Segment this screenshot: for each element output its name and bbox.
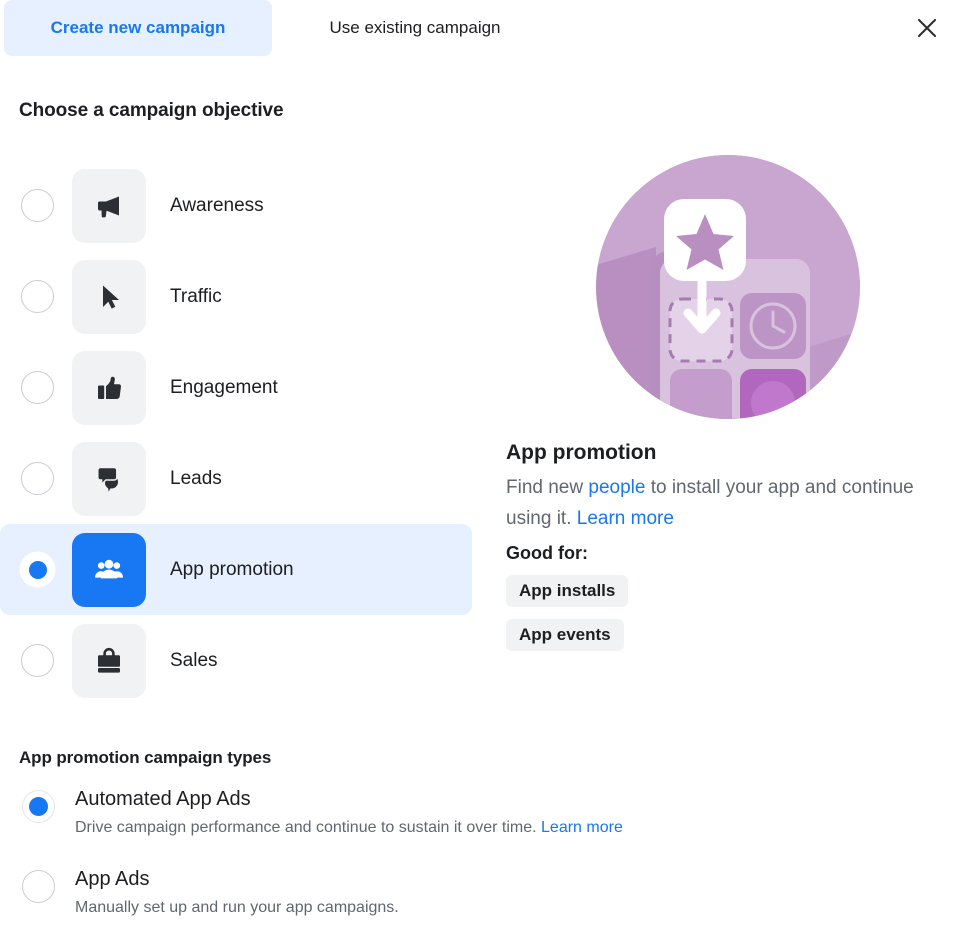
campaign-type-name: Automated App Ads [75,788,251,810]
cursor-arrow-icon [92,280,126,314]
radio-sales[interactable] [21,644,54,677]
objective-row-awareness[interactable]: Awareness [0,160,472,251]
good-for-badges: App installs App events [506,575,936,663]
objective-label: App promotion [170,558,294,580]
megaphone-icon-tile [72,168,146,243]
campaign-type-description-text: Manually set up and run your app campaig… [75,899,399,916]
objective-row-app-promotion[interactable]: App promotion [0,524,472,615]
campaign-type-name: App Ads [75,868,150,890]
detail-title: App promotion [506,441,657,464]
cursor-arrow-icon-tile [72,259,146,334]
campaign-type-text: App Ads Manually set up and run your app… [75,866,399,919]
tab-bar: Create new campaign Use existing campaig… [0,0,960,56]
radio-dot [28,560,47,579]
objective-row-leads[interactable]: Leads [0,433,472,524]
status-badge: App events [506,619,624,651]
tab-create-new-campaign[interactable]: Create new campaign [4,0,272,56]
tab-create-new-campaign-label: Create new campaign [50,18,226,37]
detail-panel: App promotion Find new people to install… [506,155,936,663]
tab-use-existing-campaign[interactable]: Use existing campaign [280,0,550,56]
radio-dot [29,797,48,816]
campaign-type-description-text: Drive campaign performance and continue … [75,819,542,836]
campaign-type-row-automated-app-ads[interactable]: Automated App Ads Drive campaign perform… [0,786,900,866]
objective-label: Engagement [170,376,278,398]
campaign-types-list: Automated App Ads Drive campaign perform… [0,786,900,946]
good-for-label: Good for: [506,543,588,563]
radio-awareness[interactable] [21,189,54,222]
radio-leads[interactable] [21,462,54,495]
radio-app-promotion[interactable] [21,553,54,586]
campaign-type-description: Drive campaign performance and continue … [75,817,623,839]
objective-list: Awareness Traffic Engagement Leads App p… [0,160,472,706]
objective-label: Awareness [170,194,264,216]
objective-label: Sales [170,649,218,671]
objective-row-engagement[interactable]: Engagement [0,342,472,433]
people-group-icon [91,552,127,588]
thumbs-up-icon-tile [72,350,146,425]
campaign-type-description: Manually set up and run your app campaig… [75,897,399,919]
thumbs-up-icon [92,371,126,405]
objective-row-sales[interactable]: Sales [0,615,472,706]
badge-row: App installs [506,575,936,619]
objective-label: Leads [170,467,222,489]
objective-label: Traffic [170,285,222,307]
radio-app-ads[interactable] [22,870,55,903]
objective-row-traffic[interactable]: Traffic [0,251,472,342]
app-promotion-illustration [596,155,860,419]
close-button[interactable] [908,9,946,47]
illustration-wrapper [596,155,860,419]
campaign-type-row-app-ads[interactable]: App Ads Manually set up and run your app… [0,866,900,946]
radio-traffic[interactable] [21,280,54,313]
description-text-1: Find new [506,477,589,498]
speech-bubbles-icon [92,462,126,496]
badge-row: App events [506,619,936,663]
learn-more-link[interactable]: Learn more [541,819,623,836]
learn-more-link[interactable]: Learn more [577,508,674,529]
status-badge: App installs [506,575,629,607]
speech-bubbles-icon-tile [72,441,146,516]
megaphone-icon [92,189,126,223]
detail-description: Find new people to install your app and … [506,472,918,534]
shopping-bag-icon-tile [72,623,146,698]
campaign-type-text: Automated App Ads Drive campaign perform… [75,786,623,839]
campaign-types-title: App promotion campaign types [19,748,272,767]
radio-engagement[interactable] [21,371,54,404]
people-group-icon-tile [72,532,146,607]
close-icon [915,16,939,40]
shopping-bag-icon [92,644,126,678]
tab-use-existing-campaign-label: Use existing campaign [329,18,501,37]
page-title: Choose a campaign objective [19,100,284,121]
radio-automated-app-ads[interactable] [22,790,55,823]
campaign-objective-dialog: Create new campaign Use existing campaig… [0,0,960,946]
people-link[interactable]: people [588,477,645,498]
